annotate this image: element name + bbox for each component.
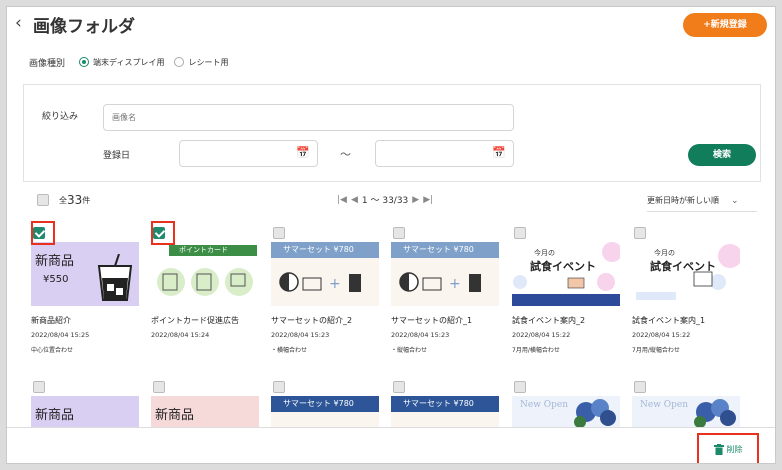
narrow-label: 絞り込み — [42, 112, 79, 122]
thumb-bottom-bar — [512, 294, 620, 306]
select-all-checkbox[interactable] — [37, 194, 49, 206]
radio-receipt-label: レシート用 — [188, 57, 229, 67]
chevron-down-icon: ⌄ — [731, 195, 739, 206]
item-checkbox[interactable] — [33, 381, 45, 393]
first-page-icon[interactable]: |◀ — [337, 195, 347, 205]
image-type-row: 画像種別 端末ディスプレイ用 レシート用 — [29, 55, 238, 69]
thumb-title: サマーセット ¥780 — [271, 396, 379, 412]
range-separator: 〜 — [340, 148, 351, 161]
item-name: 試食イベント案内_2 — [512, 316, 586, 325]
total-suffix: 件 — [82, 195, 91, 205]
item-date: 2022/08/04 15:24 — [151, 331, 210, 339]
drink-cup-icon — [97, 254, 133, 301]
item-tag: 中心位置合わせ — [31, 347, 74, 354]
thumb-title: サマーセット ¥780 — [271, 242, 379, 258]
sort-value: 更新日時が新しい順 — [647, 196, 719, 205]
thumb-title: 新商品 — [155, 408, 195, 423]
thumb-sub: 今月の — [534, 249, 555, 257]
image-name-input[interactable] — [103, 104, 514, 131]
header: ‹ 画像フォルダ +新規登録 — [7, 7, 775, 41]
thumb-title: サマーセット ¥780 — [391, 242, 499, 258]
hydrangea-illustration — [694, 399, 736, 428]
radio-display-label: 端末ディスプレイ用 — [93, 57, 165, 67]
highlight-box — [697, 433, 759, 463]
page-title: 画像フォルダ — [33, 17, 135, 37]
highlight-box — [151, 221, 175, 245]
item-date: 2022/08/04 15:23 — [391, 331, 450, 339]
thumb-title: 試食イベント — [650, 260, 716, 273]
item-checkbox[interactable] — [514, 227, 526, 239]
thumbnail[interactable]: サマーセット ¥780 + — [391, 242, 499, 306]
total-count: 33 — [67, 193, 83, 207]
event-bubbles-illustration — [636, 244, 740, 300]
search-button[interactable]: 検索 — [688, 144, 756, 166]
radio-off-icon[interactable] — [174, 57, 185, 67]
total-prefix: 全 — [59, 195, 67, 205]
image-type-label: 画像種別 — [29, 58, 66, 69]
page-indicator: 1 〜 33/33 — [361, 196, 409, 206]
image-folder-screen: ‹ 画像フォルダ +新規登録 画像種別 端末ディスプレイ用 レシート用 絞り込み… — [6, 6, 776, 464]
item-checkbox[interactable] — [634, 381, 646, 393]
hydrangea-illustration — [574, 399, 616, 428]
new-register-button[interactable]: +新規登録 — [683, 13, 767, 37]
item-checkbox[interactable] — [273, 381, 285, 393]
item-tag: ・縦幅合わせ — [391, 347, 428, 354]
thumbnail[interactable]: 新商品 ¥550 — [31, 242, 139, 306]
footer-bar: 削除 — [7, 427, 775, 463]
radio-display[interactable]: 端末ディスプレイ用 — [79, 57, 164, 68]
item-tag: ・横幅合わせ — [271, 347, 308, 354]
thumbnail[interactable]: ポイントカード — [151, 242, 259, 306]
select-all-row: 全 33 件 — [37, 193, 90, 207]
filter-panel: 絞り込み 登録日 📅 〜 📅 検索 — [23, 84, 761, 182]
thumb-price: ¥550 — [43, 274, 69, 285]
item-date: 2022/08/04 15:25 — [31, 331, 90, 339]
thumbnail[interactable]: 今月の 試食イベント — [632, 242, 740, 306]
point-card-illustration — [157, 268, 253, 296]
summer-set-illustration: + — [279, 272, 361, 292]
thumb-title: New Open — [640, 400, 689, 410]
thumb-title: ポイントカード — [169, 245, 257, 256]
sort-select[interactable]: 更新日時が新しい順 ⌄ — [647, 190, 757, 212]
item-name: 新商品紹介 — [31, 316, 71, 325]
register-date-label: 登録日 — [103, 151, 131, 161]
svg-text:+: + — [329, 276, 341, 292]
highlight-box — [31, 221, 55, 245]
radio-receipt[interactable]: レシート用 — [174, 57, 228, 68]
chevron-left-icon[interactable]: ‹ — [15, 13, 22, 33]
thumb-title: 試食イベント — [530, 260, 596, 273]
thumb-title: 新商品 — [35, 408, 75, 423]
radio-on-icon[interactable] — [79, 57, 90, 67]
item-checkbox[interactable] — [393, 227, 405, 239]
thumb-title: サマーセット ¥780 — [391, 396, 499, 412]
thumbnail[interactable]: 今月の 試食イベント — [512, 242, 620, 306]
item-checkbox[interactable] — [514, 381, 526, 393]
thumb-title: 新商品 — [35, 254, 75, 269]
item-tag: 7月用/縦幅合わせ — [632, 347, 680, 354]
thumbnail[interactable]: サマーセット ¥780 + — [271, 242, 379, 306]
item-name: ポイントカード促進広告 — [151, 316, 239, 325]
thumb-sub: 今月の — [654, 249, 675, 257]
summer-set-illustration: + — [399, 272, 481, 292]
item-name: サマーセットの紹介_2 — [271, 316, 353, 325]
item-name: 試食イベント案内_1 — [632, 316, 706, 325]
prev-page-icon[interactable]: ◀ — [351, 195, 358, 205]
item-checkbox[interactable] — [634, 227, 646, 239]
item-checkbox[interactable] — [273, 227, 285, 239]
calendar-icon[interactable]: 📅 — [492, 146, 506, 159]
item-date: 2022/08/04 15:23 — [271, 331, 330, 339]
item-date: 2022/08/04 15:22 — [632, 331, 691, 339]
item-tag: 7月用/横幅合わせ — [512, 347, 560, 354]
thumb-title: New Open — [520, 400, 569, 410]
item-date: 2022/08/04 15:22 — [512, 331, 571, 339]
svg-text:+: + — [449, 276, 461, 292]
calendar-icon[interactable]: 📅 — [296, 146, 310, 159]
next-page-icon[interactable]: ▶ — [412, 195, 419, 205]
last-page-icon[interactable]: ▶| — [423, 195, 433, 205]
pagination: |◀ ◀ 1 〜 33/33 ▶ ▶| — [337, 193, 433, 207]
item-checkbox[interactable] — [393, 381, 405, 393]
item-name: サマーセットの紹介_1 — [391, 316, 473, 325]
item-checkbox[interactable] — [153, 381, 165, 393]
